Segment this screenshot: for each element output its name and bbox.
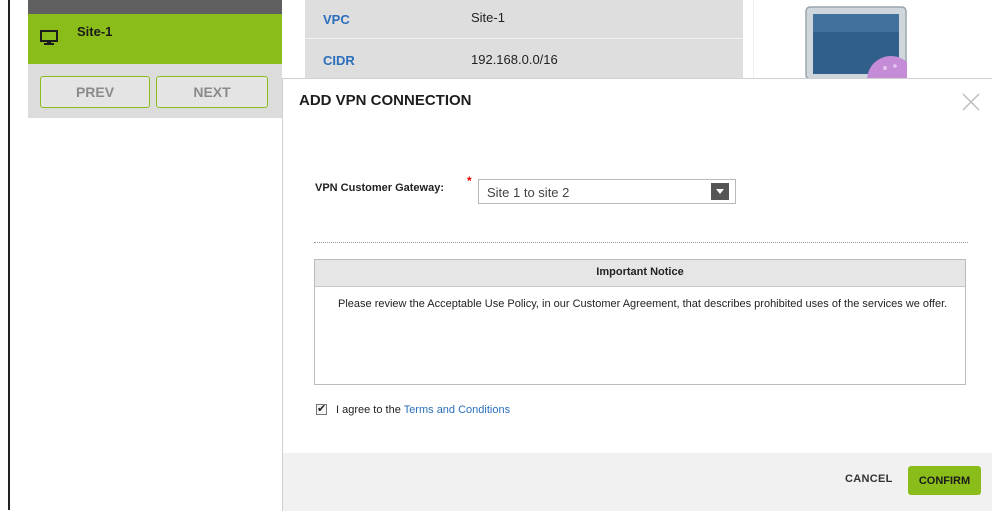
cidr-key: CIDR: [323, 53, 355, 68]
vpc-value: Site-1: [471, 10, 505, 25]
gateway-label: VPN Customer Gateway:: [315, 182, 444, 194]
agree-prefix: I agree to the: [336, 404, 404, 416]
dropdown-arrow-icon[interactable]: [711, 183, 729, 200]
window-left-border: [8, 0, 10, 510]
next-button[interactable]: NEXT: [156, 76, 268, 108]
dialog-title: ADD VPN CONNECTION: [299, 92, 472, 109]
agree-label: I agree to the Terms and Conditions: [336, 404, 510, 416]
vpc-key: VPC: [323, 12, 350, 27]
gateway-select[interactable]: Site 1 to site 2: [478, 179, 736, 204]
sidebar-header-bar: [28, 0, 282, 14]
section-divider: [314, 242, 968, 243]
desktop-icon: [40, 30, 58, 45]
gateway-selected-value: Site 1 to site 2: [487, 185, 570, 200]
table-row: VPC Site-1: [305, 0, 743, 39]
cidr-value: 192.168.0.0/16: [471, 52, 558, 67]
close-icon[interactable]: [960, 91, 982, 113]
dialog-footer: CANCEL CONFIRM: [283, 453, 992, 511]
important-notice-box: Important Notice Please review the Accep…: [314, 259, 966, 385]
monitor-illustration: [805, 6, 907, 80]
table-row: CIDR 192.168.0.0/16: [305, 39, 743, 77]
notice-body: Please review the Acceptable Use Policy,…: [338, 298, 948, 310]
notice-title: Important Notice: [596, 266, 684, 278]
sidebar-item-label: Site-1: [77, 24, 113, 39]
cancel-button[interactable]: CANCEL: [845, 473, 893, 485]
add-vpn-connection-dialog: ADD VPN CONNECTION VPN Customer Gateway:…: [282, 78, 992, 511]
required-indicator: *: [467, 174, 472, 188]
confirm-button[interactable]: CONFIRM: [908, 466, 981, 495]
notice-header: Important Notice: [315, 260, 965, 287]
column-divider: [753, 0, 754, 78]
agree-checkbox[interactable]: [316, 402, 327, 415]
sidebar-item-site[interactable]: Site-1: [28, 14, 282, 64]
vpc-details-table: VPC Site-1 CIDR 192.168.0.0/16: [305, 0, 754, 78]
terms-link[interactable]: Terms and Conditions: [404, 404, 510, 416]
prev-button[interactable]: PREV: [40, 76, 150, 108]
